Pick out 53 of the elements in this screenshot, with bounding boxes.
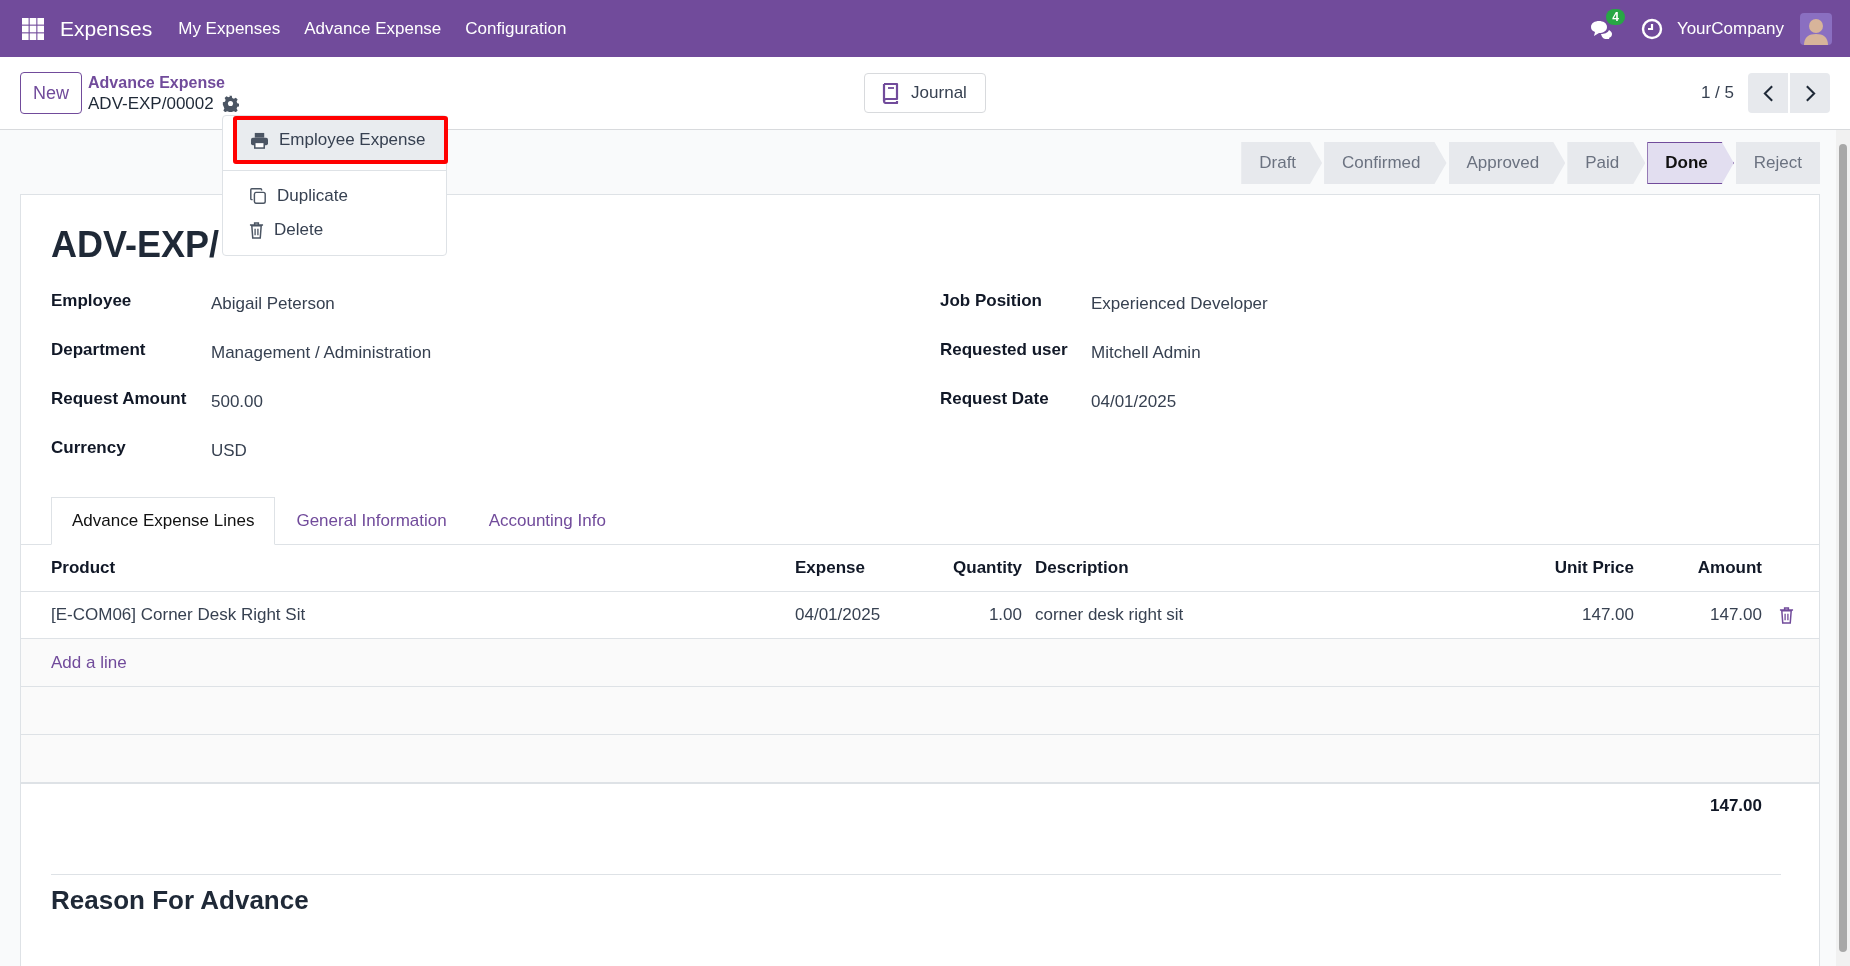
field-label: Job Position xyxy=(940,291,1043,311)
menu-item[interactable]: Configuration xyxy=(465,18,567,39)
status-stage[interactable]: Paid xyxy=(1567,142,1646,184)
column-header[interactable]: Amount xyxy=(1639,558,1767,578)
tab[interactable]: Accounting Info xyxy=(467,497,627,545)
field-label: Department xyxy=(51,340,147,360)
field-label: Employee xyxy=(51,291,133,311)
field-value: Experienced Developer xyxy=(1091,293,1269,314)
column-header[interactable]: Quantity xyxy=(925,558,1027,578)
section-heading: Reason For Advance xyxy=(51,885,310,916)
table-cell-text: 1.00 xyxy=(987,605,1023,625)
record-name: ADV-EXP/00002 xyxy=(88,93,214,114)
tab[interactable]: Advance Expense Lines xyxy=(51,497,276,545)
field-label: Request Date xyxy=(940,389,1050,409)
status-stage[interactable]: Draft xyxy=(1241,142,1323,184)
new-button[interactable]: New xyxy=(20,72,82,114)
status-stage[interactable]: Reject xyxy=(1735,142,1820,184)
record-title: ADV-EXP/ xyxy=(51,225,220,265)
status-stage[interactable]: Approved xyxy=(1448,142,1566,184)
field-label: Currency xyxy=(51,438,127,458)
field-value: Abigail Peterson xyxy=(211,293,336,314)
tab[interactable]: General Information xyxy=(275,497,468,545)
column-header[interactable]: Description xyxy=(1027,558,1504,578)
menu-item[interactable]: Employee Expense xyxy=(233,116,448,164)
column-header[interactable]: Unit Price xyxy=(1504,558,1639,578)
table-cell-text: corner desk right sit xyxy=(1034,605,1185,625)
menu-item[interactable]: Advance Expense xyxy=(304,18,442,39)
field-label: Requested user xyxy=(940,340,1069,360)
table-cell-text: 147.00 xyxy=(1709,605,1763,625)
message-count-badge: 4 xyxy=(1606,8,1625,25)
field-label: Request Amount xyxy=(51,389,188,409)
column-header[interactable]: Expense xyxy=(795,558,925,578)
journal-button[interactable]: Journal xyxy=(864,73,986,113)
field-value: USD xyxy=(211,440,248,461)
company-switcher[interactable]: YourCompany xyxy=(1676,18,1784,39)
table-cell-text: 04/01/2025 xyxy=(795,605,882,625)
breadcrumb-link[interactable]: Advance Expense xyxy=(88,72,239,93)
total-amount: 147.00 xyxy=(1710,796,1762,817)
menu-item[interactable]: My Expenses xyxy=(178,18,281,39)
status-stage[interactable]: Done xyxy=(1647,142,1734,184)
table-cell-text: [E-COM06] Corner Desk Right Sit xyxy=(50,605,307,625)
pager-value: 1 / 5 xyxy=(1700,83,1734,103)
menu-item[interactable]: Duplicate xyxy=(223,179,446,213)
add-line-link[interactable]: Add a line xyxy=(21,652,127,673)
field-value: Management / Administration xyxy=(211,342,433,363)
field-value: 500.00 xyxy=(211,391,264,412)
status-stage[interactable]: Confirmed xyxy=(1324,142,1447,184)
app-title[interactable]: Expenses xyxy=(60,16,153,41)
table-cell-text: 147.00 xyxy=(1581,605,1635,625)
field-value: Mitchell Admin xyxy=(1091,342,1202,363)
menu-item[interactable]: Delete xyxy=(223,213,446,247)
field-value: 04/01/2025 xyxy=(1091,391,1178,412)
column-header[interactable]: Product xyxy=(21,558,795,578)
